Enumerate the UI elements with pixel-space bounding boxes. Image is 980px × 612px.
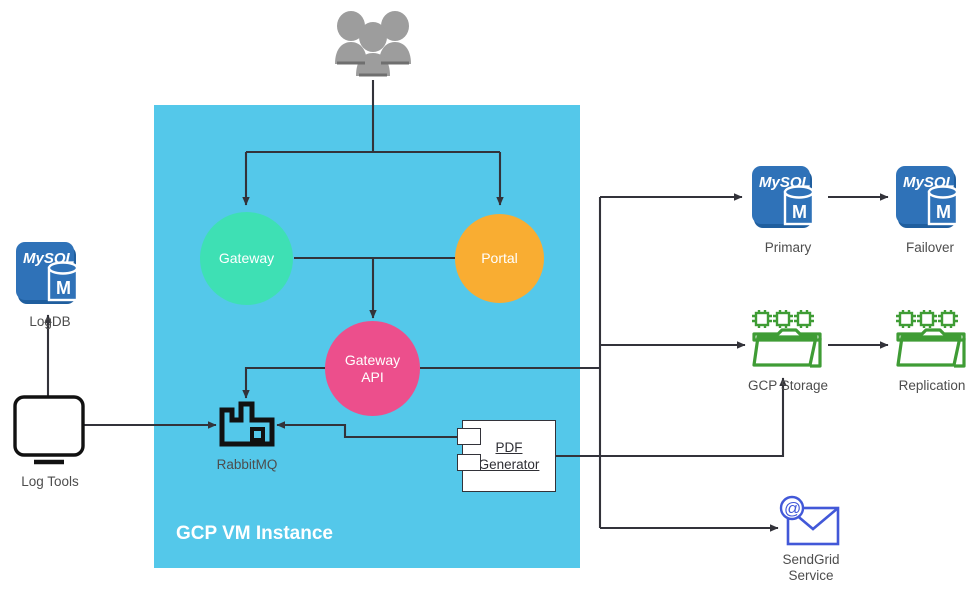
replication-icon[interactable] [896,310,968,376]
pdf-generator-port-top [457,428,481,445]
rabbitmq-icon[interactable] [219,399,275,447]
mysql-failover-label: Failover [905,240,954,255]
svg-text:M: M [792,202,807,222]
pdf-generator-label: PDF Generator [478,440,540,472]
mysql-primary-icon[interactable]: MySQL M [752,162,824,234]
pdf-generator-port-bottom [457,454,481,471]
mysql-failover-icon[interactable]: MySQL M [896,162,968,234]
svg-text:M: M [936,202,951,222]
gcp-storage-icon[interactable] [752,310,824,376]
architecture-diagram: GCP VM Instance Gateway Portal Gateway A… [0,0,980,612]
svg-text:@: @ [784,499,801,518]
mysql-primary-label: Primary [764,240,812,255]
gcp-storage-label: GCP Storage [747,378,829,393]
svg-text:M: M [56,278,71,298]
portal-node[interactable]: Portal [455,214,544,303]
logdb-label: LogDB [29,314,71,329]
log-tools-label: Log Tools [21,474,79,489]
gateway-node[interactable]: Gateway [200,212,293,305]
sendgrid-icon[interactable]: @ [779,495,842,548]
users-icon [335,11,411,77]
sendgrid-label: SendGrid Service [782,552,840,583]
gateway-api-node[interactable]: Gateway API [325,321,420,416]
rabbitmq-label: RabbitMQ [216,457,278,472]
replication-label: Replication [898,378,966,393]
portal-label: Portal [481,250,518,266]
logdb-icon[interactable]: MySQL M [16,238,84,308]
log-tools-icon[interactable] [13,395,85,465]
gateway-api-label: Gateway API [344,351,401,385]
gateway-label: Gateway [218,250,275,266]
